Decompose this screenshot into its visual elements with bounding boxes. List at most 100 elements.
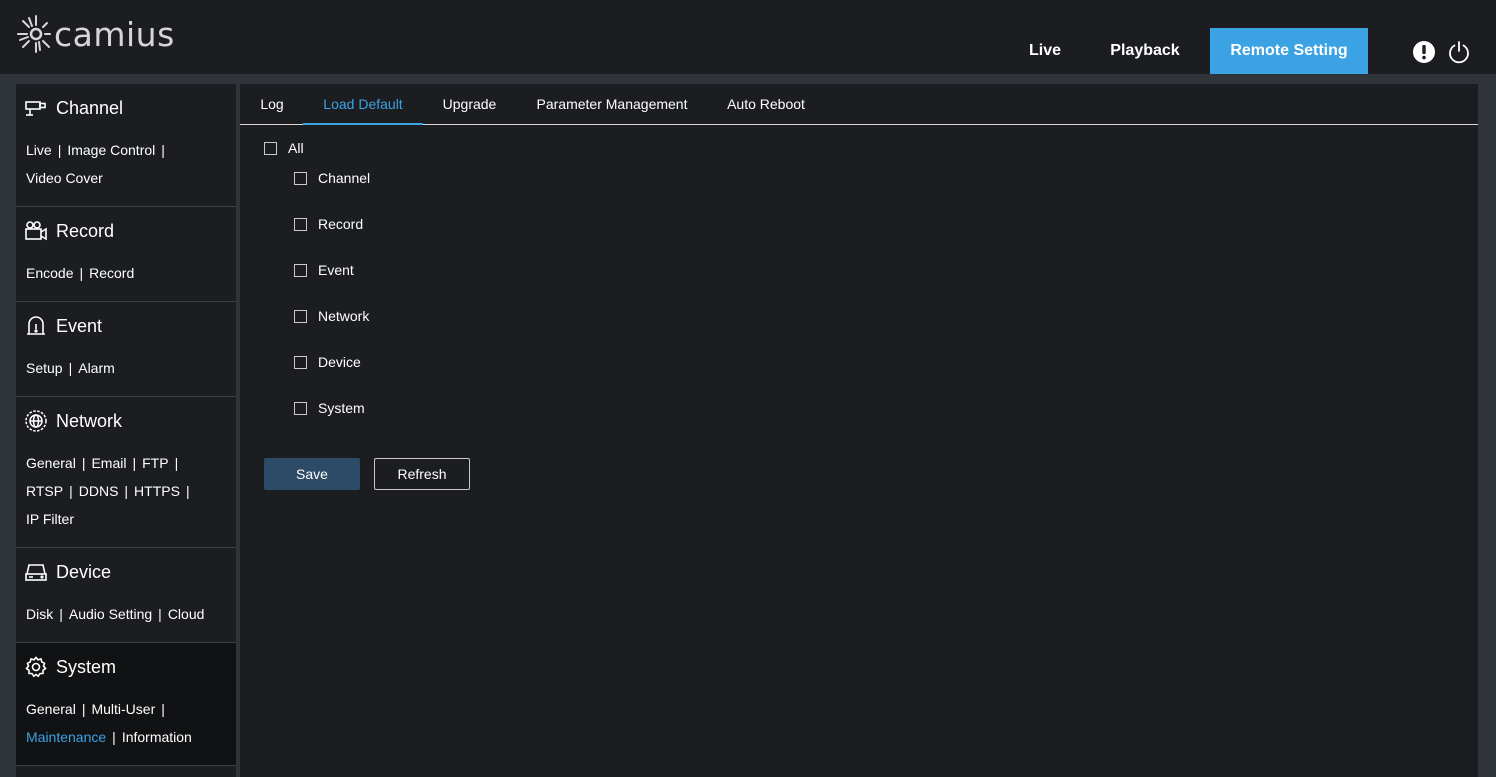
checkbox-system-row[interactable]: System xyxy=(294,398,365,418)
sidebar-links-device: Disk | Audio Setting | Cloud xyxy=(26,600,231,628)
sidebar-title-channel[interactable]: Channel xyxy=(24,94,123,122)
checkbox-system[interactable] xyxy=(294,401,307,415)
tab-upgrade[interactable]: Upgrade xyxy=(433,84,506,124)
checkbox-record[interactable] xyxy=(294,217,307,231)
sun-logo-icon xyxy=(17,15,51,53)
sidebar-links-channel: Live | Image Control | Video Cover xyxy=(26,136,231,192)
sidebar-link-encode[interactable]: Encode xyxy=(26,265,73,281)
recorder-device-icon xyxy=(25,564,47,581)
checkbox-label: Record xyxy=(318,216,364,232)
link-separator: | xyxy=(161,142,165,158)
checkbox-all-row[interactable]: All xyxy=(264,138,304,158)
checkbox-label: System xyxy=(318,400,365,416)
sidebar-link-rtsp[interactable]: RTSP xyxy=(26,483,63,499)
sidebar-link-alarm[interactable]: Alarm xyxy=(78,360,115,376)
checkbox-label: Channel xyxy=(318,170,371,186)
sidebar-link-record[interactable]: Record xyxy=(89,265,134,281)
top-header: camius Live Playback Remote Setting xyxy=(0,0,1496,74)
sidebar-link-email[interactable]: Email xyxy=(91,455,126,471)
sidebar-section-system: System General | Multi-User | Maintenance | I… xyxy=(16,643,236,766)
link-separator: | xyxy=(158,606,162,622)
sidebar-title-network[interactable]: Network xyxy=(24,407,122,435)
sidebar-title-system[interactable]: System xyxy=(24,653,116,681)
link-separator: | xyxy=(124,483,129,499)
link-separator: | xyxy=(161,701,165,717)
sidebar-title-label: System xyxy=(56,656,117,677)
sidebar-link-audio-setting[interactable]: Audio Setting xyxy=(69,606,152,622)
sidebar-section-record: Record Encode | Record xyxy=(16,207,236,302)
link-separator: | xyxy=(57,142,62,158)
main-panel: Log Load Default Upgrade Parameter Manag… xyxy=(240,84,1478,777)
sidebar-links-record: Encode | Record xyxy=(26,259,231,287)
sidebar-title-record[interactable]: Record xyxy=(24,217,114,245)
link-separator: | xyxy=(81,701,86,717)
save-button[interactable]: Save xyxy=(264,458,360,490)
link-separator: | xyxy=(81,455,86,471)
sidebar-link-ip-filter[interactable]: IP Filter xyxy=(26,511,74,527)
sidebar-link-general[interactable]: General xyxy=(26,701,76,717)
checkbox-network[interactable] xyxy=(294,309,307,323)
sidebar-link-setup[interactable]: Setup xyxy=(26,360,63,376)
checkbox-device-row[interactable]: Device xyxy=(294,352,361,372)
link-separator: | xyxy=(69,483,73,499)
sidebar-link-information[interactable]: Information xyxy=(122,729,192,745)
checkbox-record-row[interactable]: Record xyxy=(294,214,363,234)
sidebar-link-general[interactable]: General xyxy=(26,455,76,471)
link-separator: | xyxy=(185,483,190,499)
link-separator: | xyxy=(132,455,137,471)
tab-auto-reboot[interactable]: Auto Reboot xyxy=(718,84,814,124)
link-separator: | xyxy=(79,265,84,281)
nav-playback[interactable]: Playback xyxy=(1094,28,1196,74)
sidebar-links-network: General | Email | FTP | RTSP | DDNS | HTTPS | IP F… xyxy=(26,449,231,533)
sidebar-link-image-control[interactable]: Image Control xyxy=(67,142,155,158)
sidebar-link-multi-user[interactable]: Multi-User xyxy=(91,701,155,717)
sidebar-title-device[interactable]: Device xyxy=(24,558,111,586)
checkbox-label: Event xyxy=(318,262,354,278)
sidebar-title-label: Channel xyxy=(56,97,124,118)
tab-log[interactable]: Log xyxy=(247,84,297,124)
alarm-light-icon xyxy=(27,316,45,335)
sidebar-link-cloud[interactable]: Cloud xyxy=(168,606,205,622)
sidebar-link-live[interactable]: Live xyxy=(26,142,52,158)
sidebar-link-ddns[interactable]: DDNS xyxy=(79,483,119,499)
sidebar-link-maintenance[interactable]: Maintenance xyxy=(26,729,106,745)
sidebar-link-video-cover[interactable]: Video Cover xyxy=(26,170,103,186)
globe-icon xyxy=(25,410,47,432)
sidebar-section-device: Device Disk | Audio Setting | Cloud xyxy=(16,548,236,643)
nav-remote-setting[interactable]: Remote Setting xyxy=(1210,28,1368,74)
checkbox-device[interactable] xyxy=(294,355,307,369)
sidebar-link-https[interactable]: HTTPS xyxy=(134,483,180,499)
alert-icon[interactable] xyxy=(1412,40,1436,64)
brand-logo: camius xyxy=(16,12,175,56)
sidebar-title-event[interactable]: Event xyxy=(24,312,102,340)
sidebar-link-disk[interactable]: Disk xyxy=(26,606,53,622)
sidebar-section-event: Event Setup | Alarm xyxy=(16,302,236,397)
checkbox-all-label: All xyxy=(288,140,304,156)
checkbox-network-row[interactable]: Network xyxy=(294,306,369,326)
camera-icon xyxy=(25,101,46,116)
brand-name: camius xyxy=(54,14,175,54)
video-camera-icon xyxy=(25,221,47,241)
tab-parameter-management[interactable]: Parameter Management xyxy=(526,84,698,124)
sidebar-link-ftp[interactable]: FTP xyxy=(142,455,168,471)
link-separator: | xyxy=(59,606,63,622)
tab-load-default[interactable]: Load Default xyxy=(303,84,423,125)
sidebar-title-label: Record xyxy=(56,220,115,241)
checkbox-all[interactable] xyxy=(264,141,277,155)
link-separator: | xyxy=(174,455,179,471)
checkbox-channel-row[interactable]: Channel xyxy=(294,168,370,188)
checkbox-event[interactable] xyxy=(294,263,307,277)
sidebar-links-event: Setup | Alarm xyxy=(26,354,231,382)
checkbox-channel[interactable] xyxy=(294,171,307,185)
nav-live[interactable]: Live xyxy=(1010,28,1080,74)
maintenance-tabs: Log Load Default Upgrade Parameter Manag… xyxy=(240,84,1478,125)
power-icon[interactable] xyxy=(1447,40,1471,64)
link-separator: | xyxy=(112,729,116,745)
sidebar-links-system: General | Multi-User | Maintenance | Informat… xyxy=(26,695,231,751)
gear-icon xyxy=(25,656,47,678)
checkbox-event-row[interactable]: Event xyxy=(294,260,354,280)
sidebar-title-label: Event xyxy=(56,315,103,336)
sidebar-section-network: Network General | Email | FTP | RTSP | DDNS | HTT… xyxy=(16,397,236,548)
refresh-button[interactable]: Refresh xyxy=(374,458,470,490)
sidebar-section-channel: Channel Live | Image Control | Video Cover xyxy=(16,84,236,207)
